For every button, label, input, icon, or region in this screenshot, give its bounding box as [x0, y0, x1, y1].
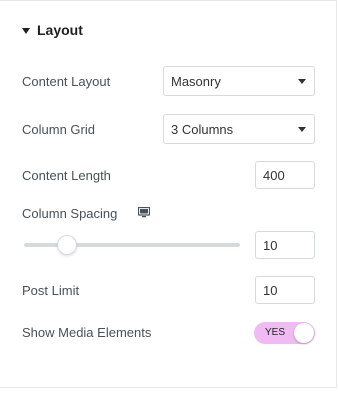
section-title: Layout	[37, 22, 83, 38]
content-layout-select[interactable]: Masonry	[163, 66, 315, 96]
post-limit-label: Post Limit	[22, 282, 80, 298]
column-spacing-row: Column Spacing	[22, 198, 314, 228]
post-limit-input[interactable]: 10	[255, 276, 315, 304]
content-layout-value: Masonry	[171, 73, 221, 89]
column-spacing-slider-thumb[interactable]	[58, 236, 77, 254]
column-spacing-label: Column Spacing	[22, 205, 118, 221]
column-spacing-slider-track[interactable]	[24, 243, 240, 247]
show-media-toggle[interactable]: YES	[254, 322, 315, 344]
content-length-label: Content Length	[22, 167, 111, 183]
dropdown-arrow-icon	[298, 79, 306, 84]
toggle-yes-text: YES	[265, 327, 286, 338]
content-length-input[interactable]: 400	[255, 161, 315, 189]
column-grid-label: Column Grid	[22, 121, 95, 137]
dropdown-arrow-icon	[298, 127, 306, 132]
toggle-knob	[294, 323, 314, 343]
caret-down-icon	[22, 27, 30, 34]
content-layout-label: Content Layout	[22, 73, 111, 89]
column-grid-select[interactable]: 3 Columns	[163, 114, 315, 144]
show-media-label: Show Media Elements	[22, 324, 152, 340]
column-grid-value: 3 Columns	[171, 121, 234, 137]
desktop-monitor-icon[interactable]	[138, 207, 150, 218]
layout-panel: Layout Content Layout Masonry Column Gri…	[0, 0, 337, 388]
column-spacing-input[interactable]: 10	[255, 231, 315, 259]
layout-section-header[interactable]: Layout	[22, 19, 83, 41]
